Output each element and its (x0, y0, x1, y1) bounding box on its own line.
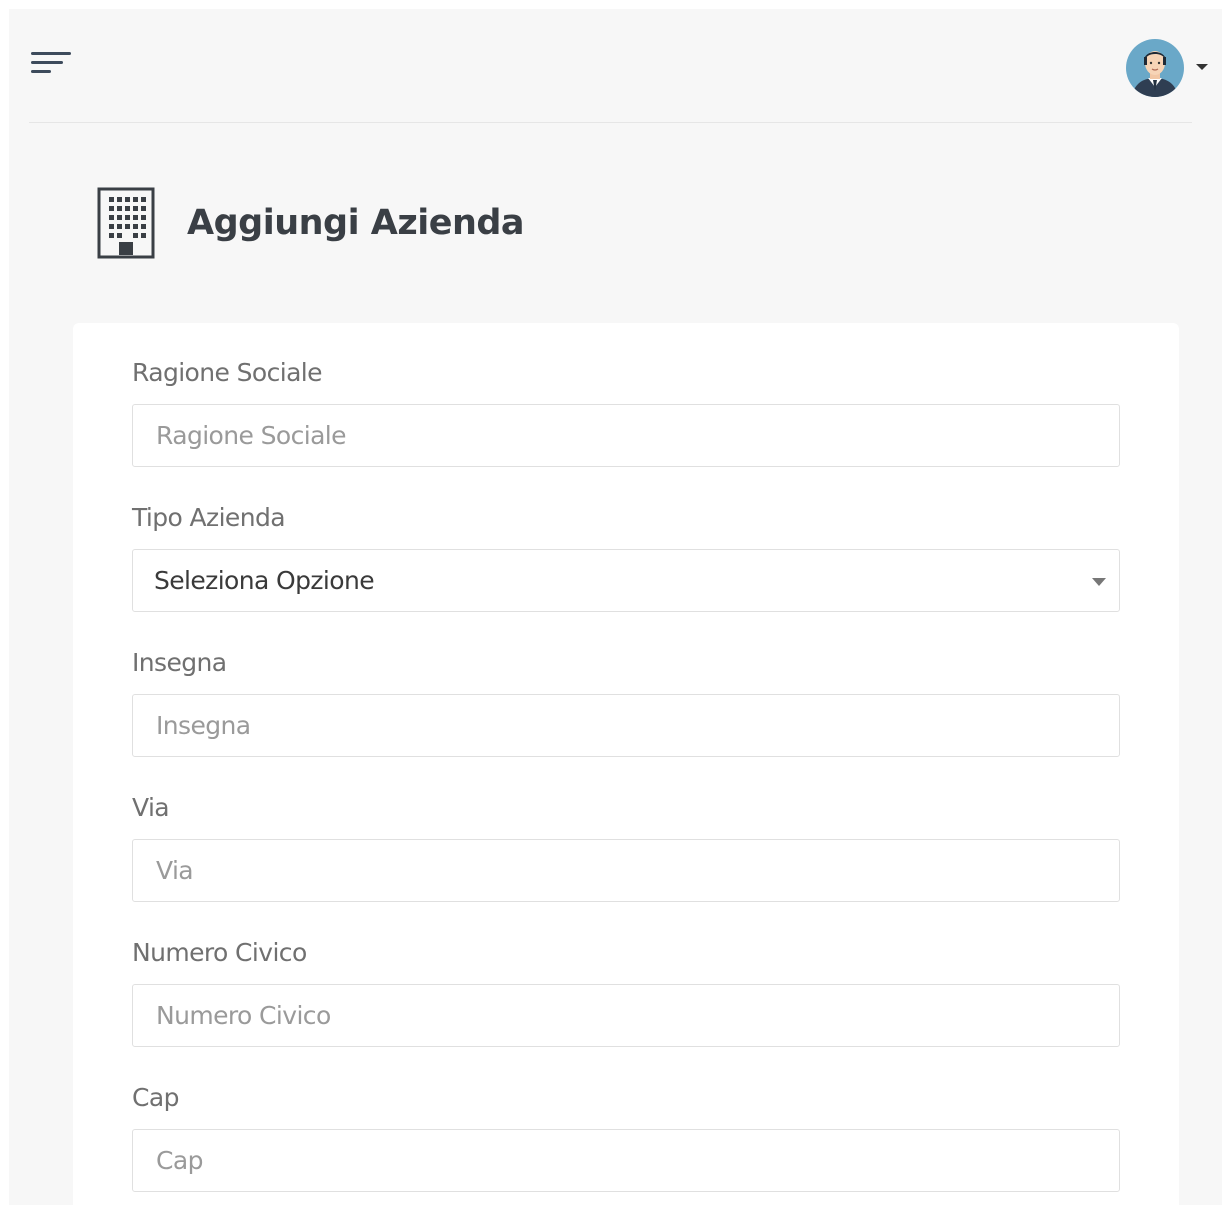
menu-line (31, 70, 51, 73)
caret-down-icon (1196, 64, 1208, 70)
select-value: Seleziona Opzione (154, 566, 375, 595)
field-ragione-sociale: Ragione Sociale (132, 358, 1120, 467)
field-cap: Cap (132, 1083, 1120, 1192)
page-header: Aggiungi Azienda (97, 187, 697, 259)
numero-civico-input[interactable] (132, 984, 1120, 1047)
field-via: Via (132, 793, 1120, 902)
page-title: Aggiungi Azienda (187, 203, 525, 243)
field-label: Cap (132, 1083, 179, 1112)
hamburger-menu-icon[interactable] (31, 52, 73, 78)
via-input[interactable] (132, 839, 1120, 902)
chevron-down-icon (1092, 578, 1106, 586)
menu-line (31, 61, 63, 64)
field-label: Numero Civico (132, 938, 307, 967)
user-menu-toggle[interactable] (1126, 39, 1218, 99)
field-insegna: Insegna (132, 648, 1120, 757)
insegna-input[interactable] (132, 694, 1120, 757)
field-tipo-azienda: Tipo Azienda Seleziona Opzione (132, 503, 1120, 612)
page: Aggiungi Azienda Ragione Sociale Tipo Az… (9, 9, 1222, 1205)
building-icon (97, 187, 155, 259)
field-label: Via (132, 793, 170, 822)
cap-input[interactable] (132, 1129, 1120, 1192)
top-navbar (29, 9, 1208, 123)
tipo-azienda-select[interactable]: Seleziona Opzione (132, 549, 1120, 612)
field-label: Ragione Sociale (132, 358, 323, 387)
menu-line (31, 52, 71, 55)
ragione-sociale-input[interactable] (132, 404, 1120, 467)
field-label: Tipo Azienda (132, 503, 286, 532)
avatar (1126, 39, 1184, 97)
form-card: Ragione Sociale Tipo Azienda Seleziona O… (73, 323, 1179, 1205)
field-label: Insegna (132, 648, 227, 677)
field-numero-civico: Numero Civico (132, 938, 1120, 1047)
